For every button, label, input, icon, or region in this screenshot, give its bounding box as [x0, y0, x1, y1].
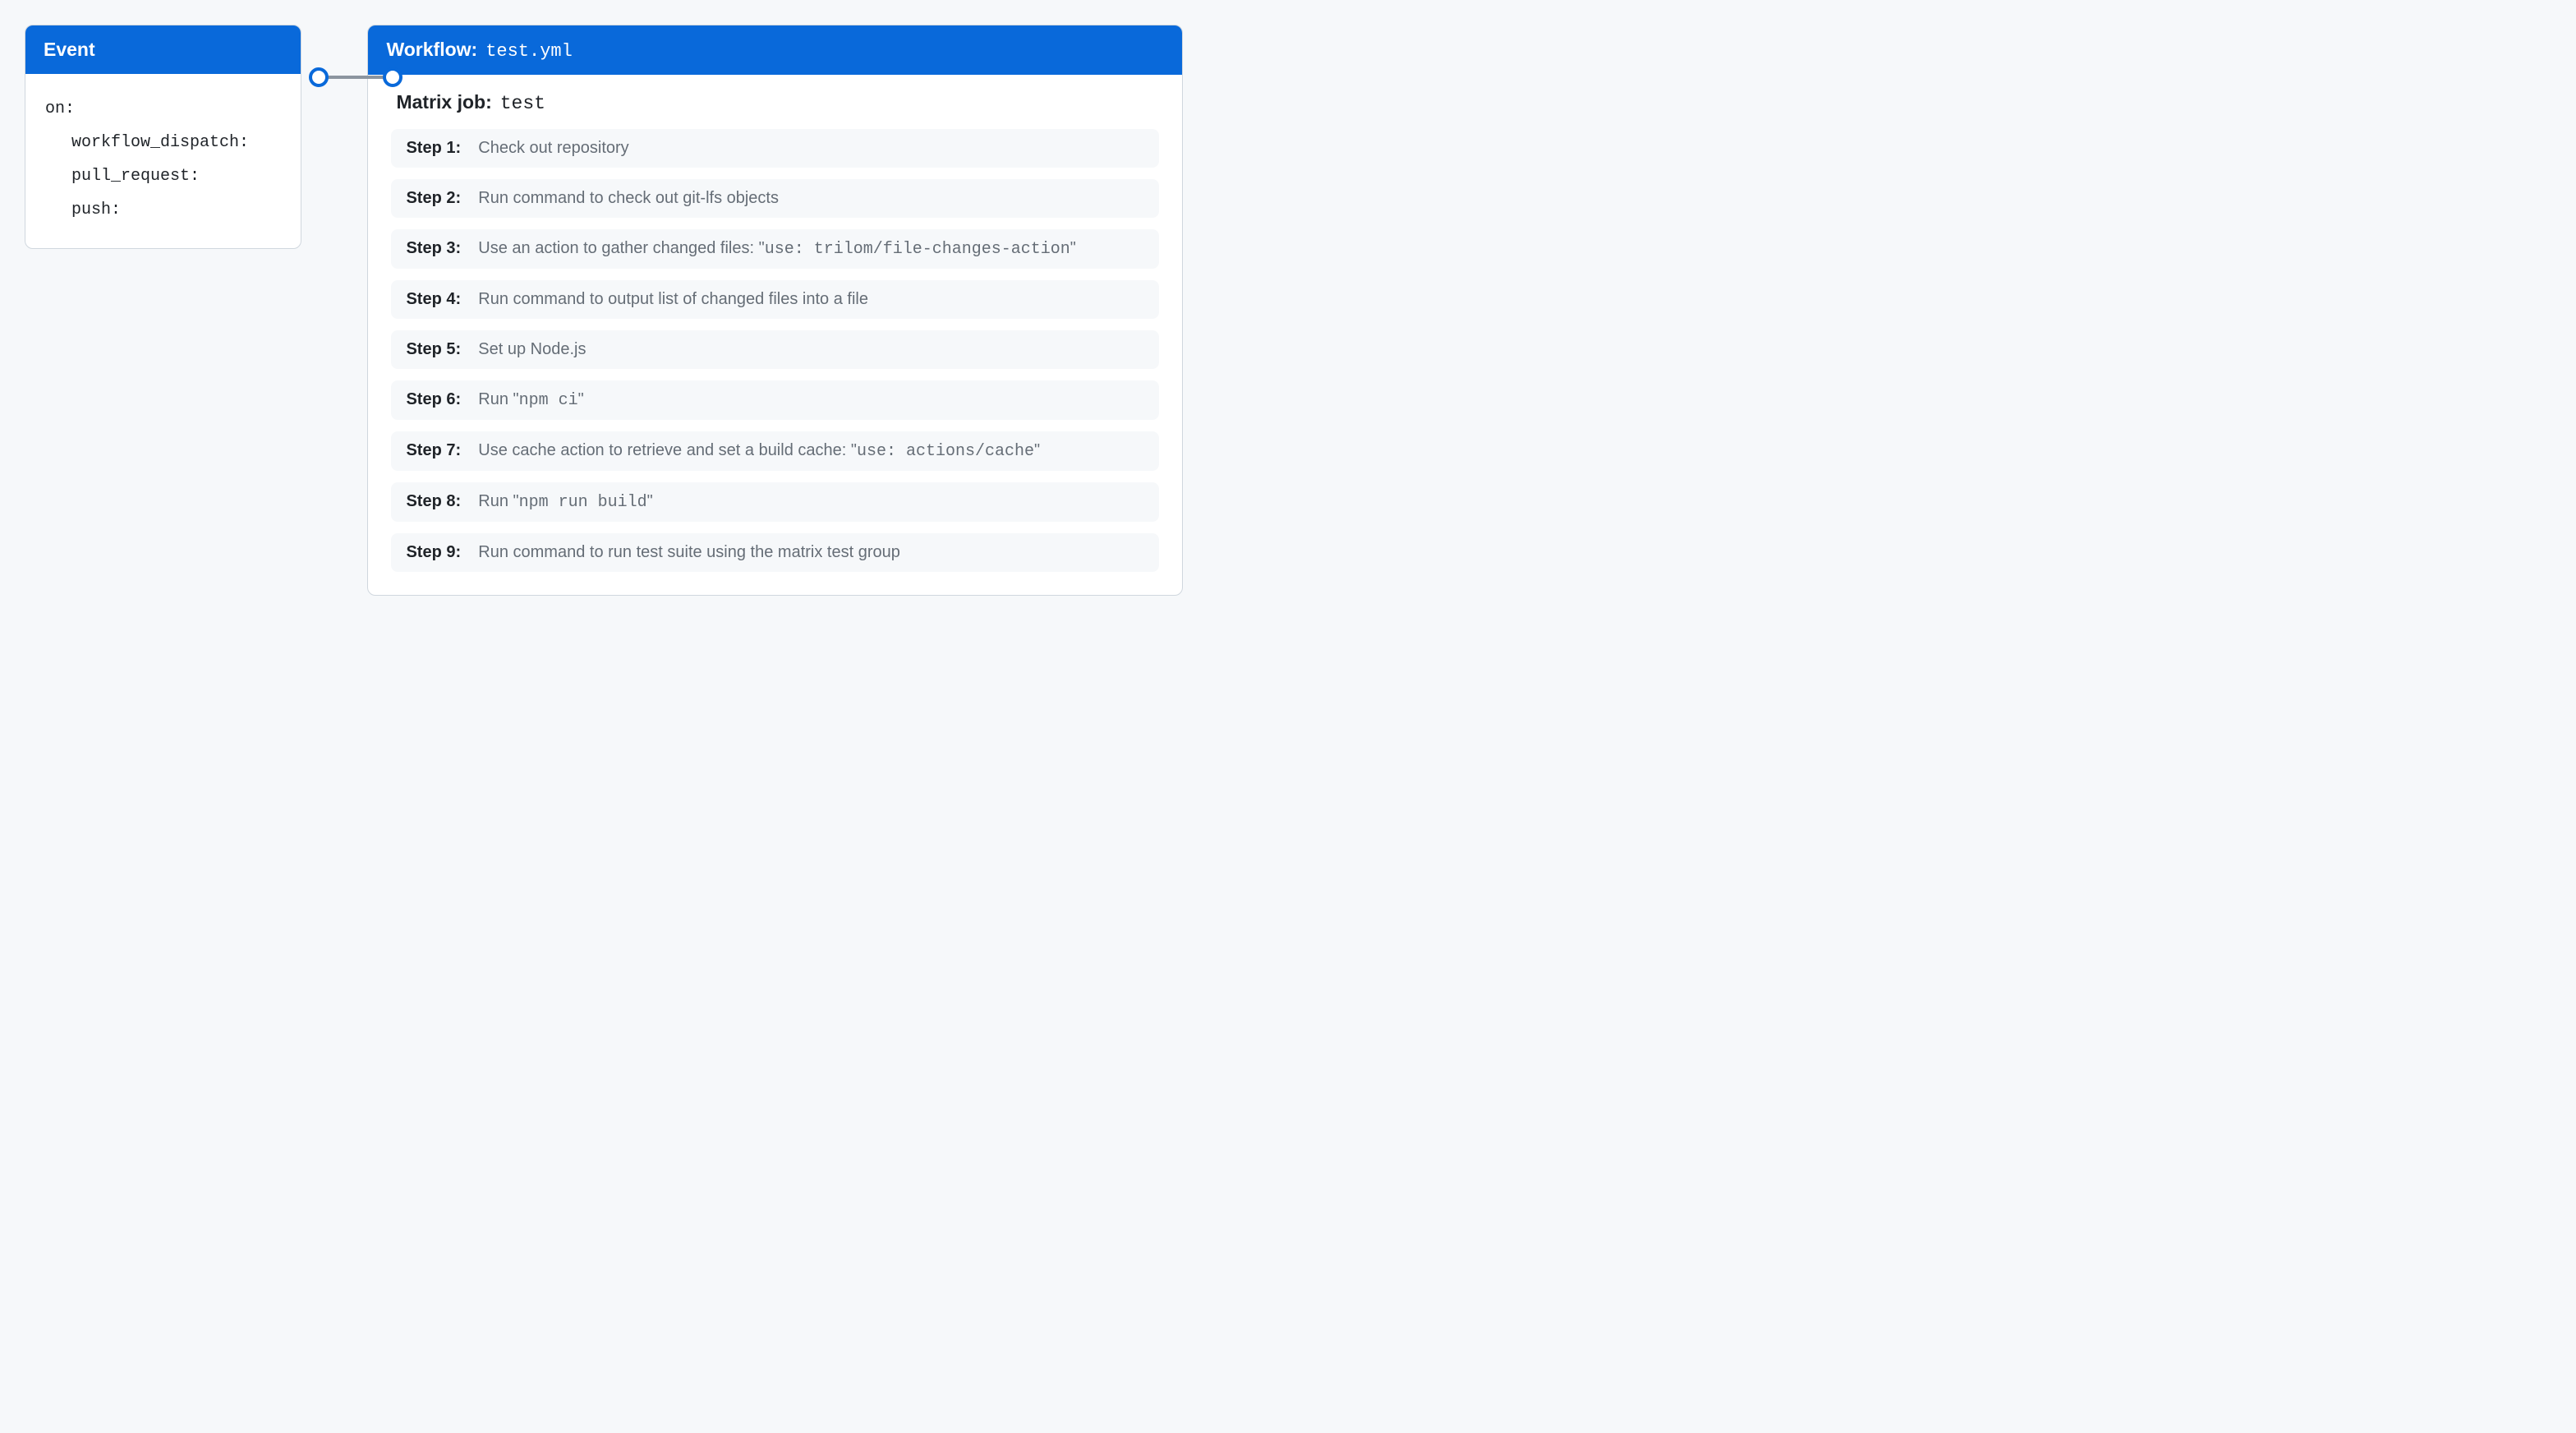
- workflow-header-label: Workflow:: [386, 39, 477, 61]
- job-name: test: [500, 93, 545, 114]
- step-code: npm run build: [519, 493, 647, 512]
- step-row: Step 3: Use an action to gather changed …: [391, 229, 1159, 269]
- job-label: Matrix job:: [396, 91, 491, 113]
- step-code: npm ci: [519, 391, 578, 410]
- step-description: Use cache action to retrieve and set a b…: [478, 441, 1040, 461]
- step-description: Check out repository: [478, 139, 628, 158]
- workflow-card-body: Matrix job: test Step 1: Check out repos…: [368, 75, 1182, 595]
- job-title: Matrix job: test: [396, 91, 1159, 114]
- step-description: Run "npm run build": [478, 492, 653, 512]
- step-code: use: actions/cache: [857, 442, 1034, 461]
- step-label: Step 6:: [406, 390, 470, 409]
- yaml-trigger: workflow_dispatch:: [45, 126, 281, 159]
- step-label: Step 8:: [406, 492, 470, 511]
- step-row: Step 6: Run "npm ci": [391, 380, 1159, 420]
- step-label: Step 5:: [406, 340, 470, 359]
- yaml-triggers: workflow_dispatch:pull_request:push:: [45, 126, 281, 227]
- event-card-body: on: workflow_dispatch:pull_request:push:: [25, 74, 301, 248]
- step-description: Run command to check out git-lfs objects: [478, 189, 779, 208]
- step-description: Use an action to gather changed files: "…: [478, 239, 1076, 259]
- yaml-trigger: pull_request:: [45, 159, 281, 193]
- step-row: Step 4: Run command to output list of ch…: [391, 280, 1159, 319]
- workflow-card-header: Workflow: test.yml: [368, 25, 1182, 75]
- yaml-root: on:: [45, 92, 281, 126]
- diagram-container: Event on: workflow_dispatch:pull_request…: [25, 25, 1183, 596]
- step-row: Step 7: Use cache action to retrieve and…: [391, 431, 1159, 471]
- step-description: Run command to run test suite using the …: [478, 543, 900, 562]
- step-description: Run "npm ci": [478, 390, 583, 410]
- step-description: Set up Node.js: [478, 340, 586, 359]
- step-label: Step 7:: [406, 441, 470, 460]
- connector-line: [317, 76, 394, 79]
- step-description: Run command to output list of changed fi…: [478, 290, 868, 309]
- steps-list: Step 1: Check out repository Step 2: Run …: [391, 129, 1159, 572]
- yaml-trigger: push:: [45, 193, 281, 227]
- event-card: Event on: workflow_dispatch:pull_request…: [25, 25, 301, 249]
- step-label: Step 2:: [406, 189, 470, 208]
- step-row: Step 2: Run command to check out git-lfs…: [391, 179, 1159, 218]
- workflow-card: Workflow: test.yml Matrix job: test Step…: [367, 25, 1183, 596]
- workflow-header-filename: test.yml: [485, 41, 573, 62]
- event-header-title: Event: [44, 39, 95, 61]
- step-label: Step 4:: [406, 290, 470, 309]
- step-label: Step 9:: [406, 543, 470, 562]
- step-row: Step 1: Check out repository: [391, 129, 1159, 168]
- step-label: Step 3:: [406, 239, 470, 258]
- event-card-header: Event: [25, 25, 301, 74]
- step-row: Step 9: Run command to run test suite us…: [391, 533, 1159, 572]
- step-label: Step 1:: [406, 139, 470, 158]
- step-row: Step 5: Set up Node.js: [391, 330, 1159, 369]
- step-code: use: trilom/file-changes-action: [765, 240, 1070, 259]
- step-row: Step 8: Run "npm run build": [391, 482, 1159, 522]
